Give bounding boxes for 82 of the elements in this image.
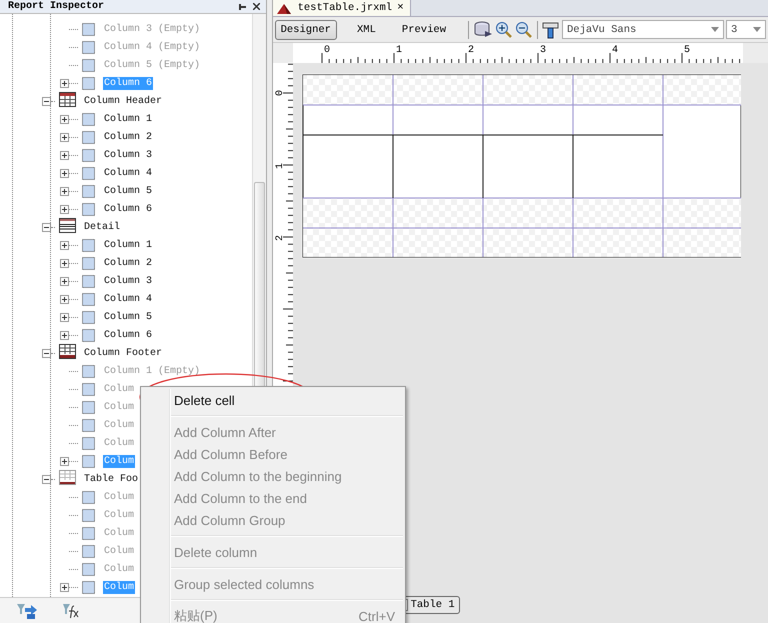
report-file-icon: [276, 2, 293, 14]
filter-function-icon[interactable]: [62, 602, 80, 620]
expand-toggle[interactable]: [60, 150, 69, 160]
expand-toggle[interactable]: [60, 168, 69, 178]
expand-toggle[interactable]: [60, 186, 69, 196]
tree-group-label[interactable]: Column Footer: [83, 346, 164, 360]
view-tab[interactable]: Designer: [274, 20, 337, 40]
zoom-out-icon[interactable]: [515, 20, 533, 38]
cell-icon: [82, 382, 95, 396]
tree-group-label[interactable]: Detail: [83, 220, 122, 234]
cell-icon: [82, 436, 95, 450]
cell-icon: [82, 328, 95, 342]
panel-title: Report Inspector: [8, 0, 104, 12]
file-tab[interactable]: testTable.jrxml ×: [272, 0, 411, 16]
cell-icon: [82, 508, 95, 522]
cell-icon: [82, 148, 95, 162]
expand-toggle[interactable]: [60, 330, 69, 340]
tree-item[interactable]: Column 2: [103, 256, 154, 270]
cell-icon: [82, 184, 95, 198]
close-icon[interactable]: [252, 2, 260, 10]
expand-toggle[interactable]: [60, 204, 69, 214]
cell-icon: [82, 76, 95, 90]
cell-icon: [82, 40, 95, 54]
tree-item[interactable]: Column 1: [103, 238, 154, 252]
tree-item[interactable]: Column 3: [103, 148, 154, 162]
expand-toggle[interactable]: [60, 312, 69, 322]
cell-icon: [82, 130, 95, 144]
cell-icon: [82, 166, 95, 180]
horizontal-ruler: 0 1 2 3 4 5: [292, 43, 743, 63]
tree-item[interactable]: Column 5: [103, 310, 154, 324]
expand-toggle[interactable]: [60, 258, 69, 268]
tree-item[interactable]: Column 5: [103, 184, 154, 198]
font-combo[interactable]: DejaVu Sans: [562, 20, 724, 39]
expand-toggle[interactable]: [60, 114, 69, 124]
expand-toggle[interactable]: [60, 456, 69, 466]
cell-icon: [82, 544, 95, 558]
expand-toggle[interactable]: [60, 582, 69, 592]
cell-icon: [82, 274, 95, 288]
tree-item[interactable]: Column 6: [103, 202, 154, 216]
tree-item[interactable]: Column 1: [103, 112, 154, 126]
cell-icon: [82, 238, 95, 252]
dropdown-arrow-icon: [753, 27, 761, 32]
tree-item[interactable]: Column 4: [103, 166, 154, 180]
cell-icon: [82, 202, 95, 216]
tree-item[interactable]: Column 2: [103, 130, 154, 144]
collapse-toggle[interactable]: [42, 96, 51, 106]
font-size-combo[interactable]: 3: [726, 20, 766, 39]
database-icon[interactable]: [473, 20, 493, 38]
cell-icon: [82, 292, 95, 306]
view-tab[interactable]: Preview: [396, 20, 452, 40]
cell-icon: [82, 454, 95, 468]
cell-icon: [82, 22, 95, 36]
cell-icon: [82, 310, 95, 324]
view-tab[interactable]: XML: [350, 20, 382, 40]
expand-toggle[interactable]: [60, 294, 69, 304]
cell-icon: [82, 58, 95, 72]
tree-group-label[interactable]: Column Header: [83, 94, 164, 108]
expand-toggle[interactable]: [60, 132, 69, 142]
text-field-icon[interactable]: [542, 20, 560, 38]
close-tab-button[interactable]: ×: [397, 2, 404, 14]
collapse-toggle[interactable]: [42, 348, 51, 358]
cell-icon: [82, 526, 95, 540]
cell-icon: [82, 580, 95, 594]
cell-icon: [82, 490, 95, 504]
expand-toggle[interactable]: [60, 78, 69, 88]
cell-icon: [82, 256, 95, 270]
zoom-in-icon[interactable]: [495, 20, 513, 38]
expand-toggle[interactable]: [60, 276, 69, 286]
tree-item[interactable]: Column 4: [103, 292, 154, 306]
cell-icon: [82, 112, 95, 126]
cell-icon: [82, 418, 95, 432]
cell-icon: [82, 400, 95, 414]
tree-item[interactable]: Column 6: [103, 328, 154, 342]
tree-item[interactable]: Column 3: [103, 274, 154, 288]
cell-icon: [82, 562, 95, 576]
collapse-toggle[interactable]: [42, 222, 51, 232]
collapse-toggle[interactable]: [42, 474, 51, 484]
cell-icon: [82, 364, 95, 378]
tree-group-label[interactable]: Table Foo: [83, 472, 140, 486]
expand-toggle[interactable]: [60, 240, 69, 250]
dropdown-arrow-icon: [711, 27, 719, 32]
pin-icon[interactable]: [238, 2, 247, 10]
